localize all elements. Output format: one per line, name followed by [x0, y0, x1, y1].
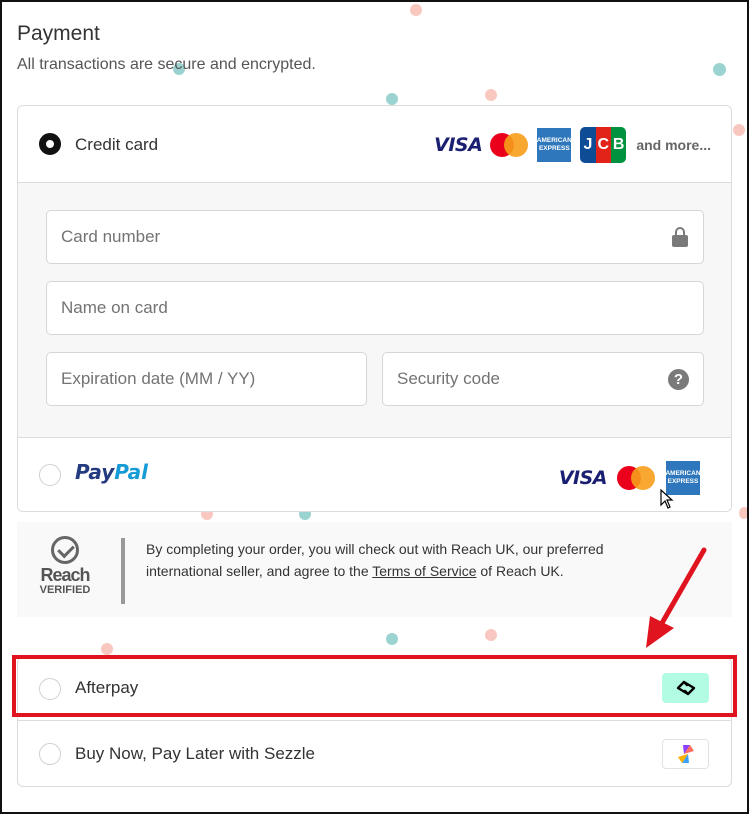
credit-card-label: Credit card: [75, 135, 159, 154]
reach-divider: [121, 538, 125, 604]
confetti-dot: [485, 89, 497, 101]
confetti-dot: [386, 93, 398, 105]
name-on-card-field[interactable]: Name on card: [46, 281, 704, 335]
confetti-dot: [739, 507, 747, 519]
mastercard-logo-icon: [490, 133, 529, 157]
card-brand-logos: VISA AMERICAN EXPRESS J C B and more...: [434, 127, 711, 163]
payment-title: Payment: [17, 22, 100, 45]
confetti-dot: [410, 4, 422, 16]
mouse-cursor-icon: [660, 489, 674, 509]
confetti-dot: [713, 63, 726, 76]
sezzle-label: Buy Now, Pay Later with Sezzle: [75, 744, 316, 763]
expiration-date-field[interactable]: Expiration date (MM / YY): [46, 352, 367, 406]
terms-of-service-link[interactable]: Terms of Service: [372, 563, 476, 579]
reach-notice-text: By completing your order, you will check…: [146, 541, 604, 579]
confetti-dot: [386, 633, 398, 645]
help-icon[interactable]: ?: [668, 368, 689, 390]
security-code-field[interactable]: Security code ?: [382, 352, 704, 406]
name-on-card-placeholder: Name on card: [61, 298, 168, 317]
paypal-card-logos: VISA AMERICAN EXPRESS: [559, 460, 701, 496]
screenshot-frame: Payment All transactions are secure and …: [0, 0, 749, 814]
confetti-dot: [485, 629, 497, 641]
red-arrow-icon: [646, 547, 707, 648]
paypal-radio[interactable]: [39, 464, 61, 486]
card-number-placeholder: Card number: [61, 227, 161, 246]
and-more-text: and more...: [636, 137, 711, 153]
credit-card-radio[interactable]: [39, 133, 61, 155]
reach-notice: Reach VERIFIED By completing your order,…: [17, 522, 732, 617]
security-code-placeholder: Security code: [397, 369, 500, 388]
mastercard-logo-icon: [617, 466, 655, 490]
paypal-option[interactable]: PayPal VISA AMERICAN EXPRESS: [18, 438, 731, 511]
sezzle-icon: [662, 739, 709, 769]
amex-logo-icon: AMERICAN EXPRESS: [536, 127, 573, 163]
confetti-dot: [733, 124, 745, 136]
reach-logo-verified: VERIFIED: [39, 584, 91, 596]
sezzle-radio[interactable]: [39, 743, 61, 765]
afterpay-highlight-box: [12, 655, 737, 717]
card-number-field[interactable]: Card number: [46, 210, 704, 264]
reach-verified-logo: Reach VERIFIED: [35, 536, 95, 596]
paypal-logo: PayPal: [75, 460, 149, 484]
reach-logo-name: Reach: [40, 565, 90, 585]
visa-logo-icon: VISA: [434, 134, 483, 156]
sezzle-option[interactable]: Buy Now, Pay Later with Sezzle: [18, 721, 731, 787]
expiration-placeholder: Expiration date (MM / YY): [61, 369, 256, 388]
jcb-logo-icon: J C B: [580, 127, 627, 163]
credit-card-option[interactable]: Credit card VISA AMERICAN EXPRESS J C B …: [18, 106, 731, 183]
confetti-dot: [101, 643, 113, 655]
lock-icon: [671, 227, 689, 247]
card-form: Card number Name on card Expiration date…: [18, 183, 731, 438]
visa-logo-icon: VISA: [558, 467, 608, 489]
check-circle-icon: [51, 536, 79, 564]
payment-methods-box: Credit card VISA AMERICAN EXPRESS J C B …: [17, 105, 732, 512]
payment-subtitle: All transactions are secure and encrypte…: [17, 56, 316, 73]
